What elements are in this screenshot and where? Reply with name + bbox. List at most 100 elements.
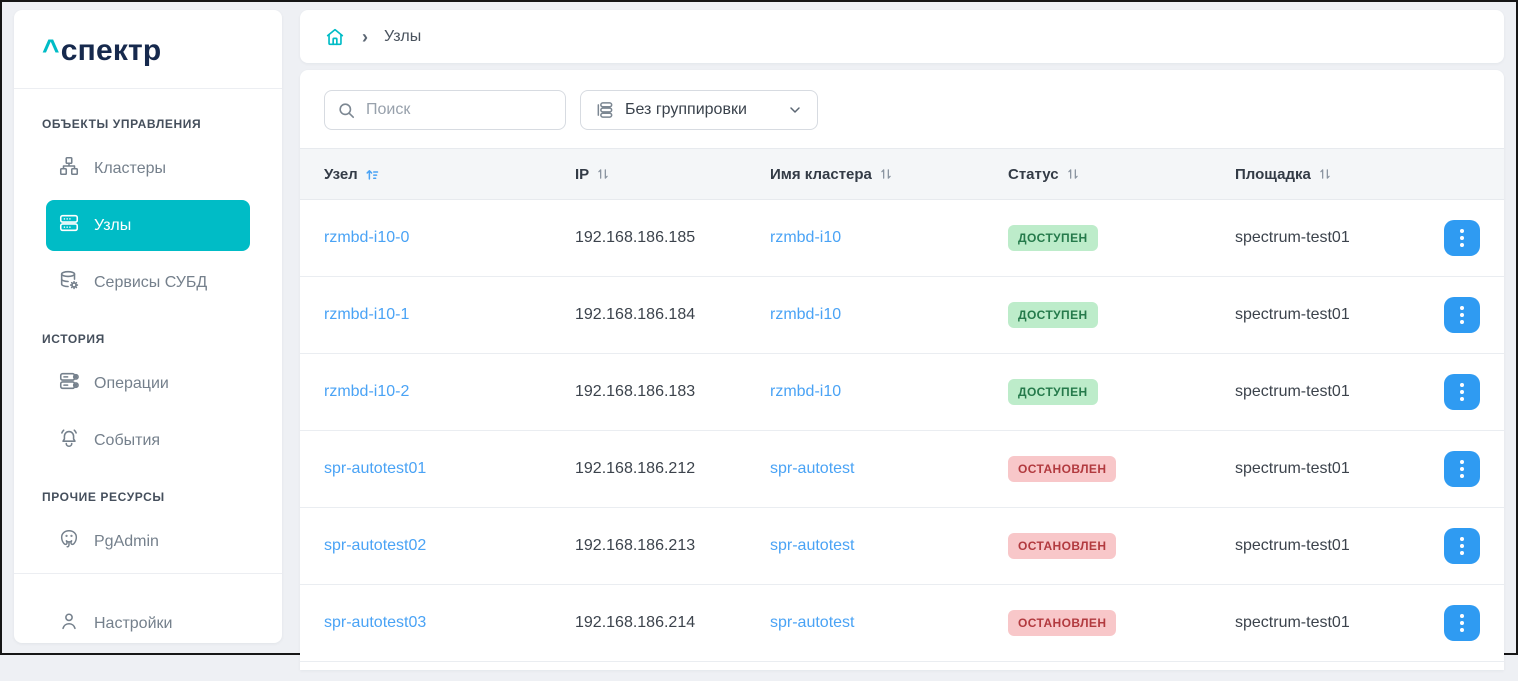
table-body: rzmbd-i10-0 192.168.186.185 rzmbd-i10 ДО… (300, 200, 1504, 662)
sidebar-item-nodes[interactable]: Узлы (46, 200, 250, 251)
logo-caret-icon: ^ (42, 34, 60, 67)
cluster-link[interactable]: rzmbd-i10 (770, 306, 841, 323)
breadcrumb: › Узлы (300, 10, 1504, 63)
operations-icon (58, 370, 80, 397)
sidebar-item-label: Сервисы СУБД (94, 273, 208, 291)
row-actions-kebab-button[interactable] (1444, 528, 1480, 564)
column-header-site[interactable]: Площадка (1235, 166, 1442, 183)
table-row: rzmbd-i10-2 192.168.186.183 rzmbd-i10 ДО… (300, 354, 1504, 431)
cluster-link[interactable]: spr-autotest (770, 614, 854, 631)
sidebar-item-label: Настройки (94, 614, 173, 632)
column-label: Площадка (1235, 165, 1311, 183)
cluster-link[interactable]: rzmbd-i10 (770, 383, 841, 400)
home-icon[interactable] (324, 26, 346, 48)
sort-both-icon (596, 167, 610, 181)
sidebar-item-operations[interactable]: Операции (46, 358, 250, 409)
site-value: spectrum-test01 (1235, 614, 1350, 631)
nav-section-management: ОБЪЕКТЫ УПРАВЛЕНИЯ (42, 117, 202, 131)
cluster-link[interactable]: spr-autotest (770, 537, 854, 554)
column-header-cluster[interactable]: Имя кластера (770, 166, 1008, 183)
column-header-status[interactable]: Статус (1008, 166, 1235, 183)
site-value: spectrum-test01 (1235, 306, 1350, 323)
sidebar-item-label: Узлы (94, 216, 132, 234)
node-link[interactable]: rzmbd-i10-1 (324, 306, 409, 323)
nav-section-other-resources: ПРОЧИЕ РЕСУРСЫ (42, 490, 165, 504)
node-link[interactable]: spr-autotest03 (324, 614, 426, 631)
table-header-row: Узел IP Имя кластера Статус Площадка (300, 148, 1504, 200)
sidebar-item-clusters[interactable]: Кластеры (46, 143, 250, 194)
sidebar-item-label: Операции (94, 374, 169, 392)
sort-both-icon (879, 167, 893, 181)
table-row: spr-autotest01 192.168.186.212 spr-autot… (300, 431, 1504, 508)
grouping-dropdown[interactable]: Без группировки (580, 90, 818, 130)
ip-value: 192.168.186.212 (575, 460, 696, 477)
ip-value: 192.168.186.214 (575, 614, 696, 631)
ip-value: 192.168.186.183 (575, 383, 696, 400)
sidebar-item-events[interactable]: События (46, 415, 250, 466)
sidebar-nav: ОБЪЕКТЫ УПРАВЛЕНИЯ Кластеры Узлы Сервисы… (14, 89, 282, 573)
app-logo[interactable]: ^спектр (14, 10, 282, 89)
node-link[interactable]: rzmbd-i10-0 (324, 229, 409, 246)
cluster-link[interactable]: rzmbd-i10 (770, 229, 841, 246)
sidebar-item-label: События (94, 431, 161, 449)
dbms-services-icon (58, 269, 80, 296)
site-value: spectrum-test01 (1235, 383, 1350, 400)
cluster-link[interactable]: spr-autotest (770, 460, 854, 477)
search-icon (337, 101, 356, 120)
status-badge: ДОСТУПЕН (1008, 302, 1098, 328)
search-box (324, 90, 566, 130)
column-label: Статус (1008, 165, 1059, 183)
row-actions-kebab-button[interactable] (1444, 297, 1480, 333)
status-badge: ДОСТУПЕН (1008, 225, 1098, 251)
search-input[interactable] (366, 101, 553, 119)
site-value: spectrum-test01 (1235, 460, 1350, 477)
site-value: spectrum-test01 (1235, 229, 1350, 246)
chevron-right-icon: › (362, 26, 368, 47)
grouping-layers-icon (595, 100, 615, 120)
table-row: rzmbd-i10-0 192.168.186.185 rzmbd-i10 ДО… (300, 200, 1504, 277)
sidebar-item-settings[interactable]: Настройки (46, 598, 250, 649)
clusters-icon (58, 155, 80, 182)
breadcrumb-current-page: Узлы (384, 27, 422, 45)
sidebar-item-dbms-services[interactable]: Сервисы СУБД (46, 257, 250, 308)
grouping-selected-value: Без группировки (625, 101, 747, 118)
column-header-ip[interactable]: IP (575, 166, 770, 183)
column-label: Узел (324, 165, 358, 183)
status-badge: ДОСТУПЕН (1008, 379, 1098, 405)
row-actions-kebab-button[interactable] (1444, 220, 1480, 256)
row-actions-kebab-button[interactable] (1444, 605, 1480, 641)
table-row: rzmbd-i10-1 192.168.186.184 rzmbd-i10 ДО… (300, 277, 1504, 354)
sort-both-icon (1066, 167, 1080, 181)
node-link[interactable]: rzmbd-i10-2 (324, 383, 409, 400)
chevron-down-icon (787, 102, 803, 118)
node-link[interactable]: spr-autotest02 (324, 537, 426, 554)
logo-text: спектр (60, 34, 162, 67)
status-badge: ОСТАНОВЛЕН (1008, 533, 1117, 559)
sidebar-item-pgadmin[interactable]: PgAdmin (46, 516, 250, 567)
ip-value: 192.168.186.184 (575, 306, 696, 323)
table-toolbar: Без группировки (300, 70, 1504, 148)
row-actions-kebab-button[interactable] (1444, 451, 1480, 487)
nav-section-history: ИСТОРИЯ (42, 332, 105, 346)
column-header-node[interactable]: Узел (324, 166, 575, 183)
site-value: spectrum-test01 (1235, 537, 1350, 554)
sidebar-item-label: PgAdmin (94, 532, 159, 550)
table-row: spr-autotest03 192.168.186.214 spr-autot… (300, 585, 1504, 662)
nodes-panel: Без группировки Узел IP (300, 70, 1504, 670)
table-row: spr-autotest02 192.168.186.213 spr-autot… (300, 508, 1504, 585)
user-icon (58, 610, 80, 637)
ip-value: 192.168.186.213 (575, 537, 696, 554)
sort-both-icon (1318, 167, 1332, 181)
ip-value: 192.168.186.185 (575, 229, 696, 246)
sidebar-footer: Настройки (14, 573, 282, 681)
status-badge: ОСТАНОВЛЕН (1008, 610, 1117, 636)
node-link[interactable]: spr-autotest01 (324, 460, 426, 477)
nodes-icon (58, 212, 80, 239)
pgadmin-elephant-icon (58, 528, 80, 555)
row-actions-kebab-button[interactable] (1444, 374, 1480, 410)
sort-ascending-icon (365, 167, 380, 182)
column-label: IP (575, 165, 590, 183)
events-bell-icon (58, 427, 80, 454)
status-badge: ОСТАНОВЛЕН (1008, 456, 1117, 482)
sidebar-item-label: Кластеры (94, 159, 166, 177)
